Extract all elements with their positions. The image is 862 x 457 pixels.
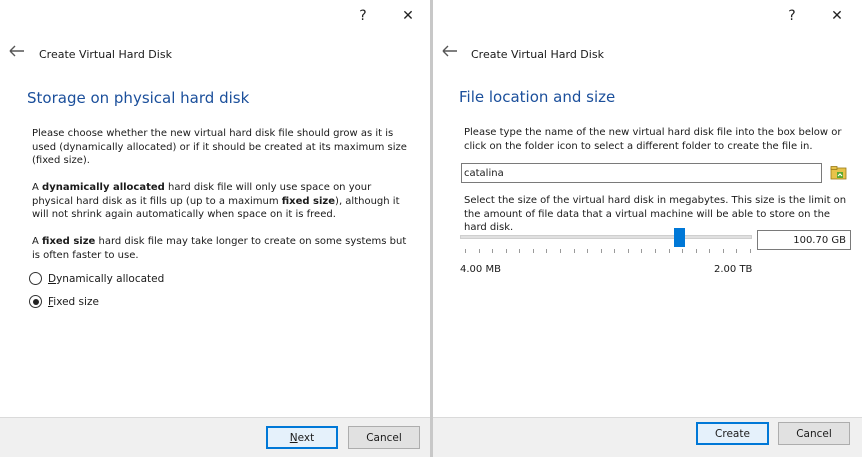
slider-tick (723, 249, 724, 253)
slider-tick (492, 249, 493, 253)
page-title: File location and size (459, 88, 616, 106)
next-button[interactable]: Next (266, 426, 338, 449)
cancel-button[interactable]: Cancel (348, 426, 420, 449)
radio-fixed-label: Fixed size (48, 295, 99, 308)
file-location-dialog: ? ✕ Create Virtual Hard Disk File locati… (433, 0, 862, 457)
slider-tick (533, 249, 534, 253)
storage-dialog: ? ✕ Create Virtual Hard Disk Storage on … (0, 0, 430, 457)
wizard-title: Create Virtual Hard Disk (39, 48, 172, 61)
slider-thumb[interactable] (674, 228, 685, 247)
slider-track[interactable] (460, 235, 752, 239)
slider-tick (669, 249, 670, 253)
storage-description: Please choose whether the new virtual ha… (32, 128, 407, 166)
slider-ticks (465, 249, 751, 255)
slider-tick (750, 249, 751, 253)
slider-tick (601, 249, 602, 253)
dynamic-description: A dynamically allocated hard disk file w… (32, 182, 400, 220)
slider-tick (614, 249, 615, 253)
fixed-description: A fixed size hard disk file may take lon… (32, 236, 407, 261)
slider-tick (546, 249, 547, 253)
slider-tick (641, 249, 642, 253)
help-button[interactable]: ? (780, 6, 804, 26)
size-slider[interactable] (460, 228, 752, 250)
wizard-title: Create Virtual Hard Disk (471, 48, 604, 61)
close-button[interactable]: ✕ (396, 6, 420, 26)
slider-tick (628, 249, 629, 253)
slider-tick (519, 249, 520, 253)
radio-dynamic-label: Dynamically allocated (48, 272, 165, 285)
slider-tick (479, 249, 480, 253)
slider-tick (736, 249, 737, 253)
dialog-footer: Create Cancel (433, 417, 862, 457)
size-input[interactable]: 100.70 GB (757, 230, 851, 250)
radio-fixed-indicator[interactable] (29, 295, 42, 308)
slider-tick (655, 249, 656, 253)
folder-icon[interactable] (830, 164, 848, 182)
slider-max-label: 2.00 TB (714, 264, 753, 275)
radio-dynamically-allocated[interactable]: Dynamically allocated (29, 272, 164, 285)
slider-tick (587, 249, 588, 253)
slider-tick (465, 249, 466, 253)
back-arrow-icon[interactable] (441, 44, 459, 58)
help-button[interactable]: ? (351, 6, 375, 26)
slider-tick (574, 249, 575, 253)
close-button[interactable]: ✕ (825, 6, 849, 26)
slider-tick (506, 249, 507, 253)
location-description: Please type the name of the new virtual … (464, 127, 842, 152)
radio-fixed-size[interactable]: Fixed size (29, 295, 99, 308)
file-location-input[interactable] (461, 163, 822, 183)
slider-tick (696, 249, 697, 253)
slider-tick (560, 249, 561, 253)
dialog-footer: Next Cancel (0, 417, 430, 457)
slider-tick (709, 249, 710, 253)
slider-tick (682, 249, 683, 253)
cancel-button[interactable]: Cancel (778, 422, 850, 445)
radio-dynamic-indicator[interactable] (29, 272, 42, 285)
back-arrow-icon[interactable] (8, 44, 26, 58)
create-button[interactable]: Create (696, 422, 769, 445)
page-title: Storage on physical hard disk (27, 89, 250, 107)
slider-min-label: 4.00 MB (460, 264, 501, 275)
